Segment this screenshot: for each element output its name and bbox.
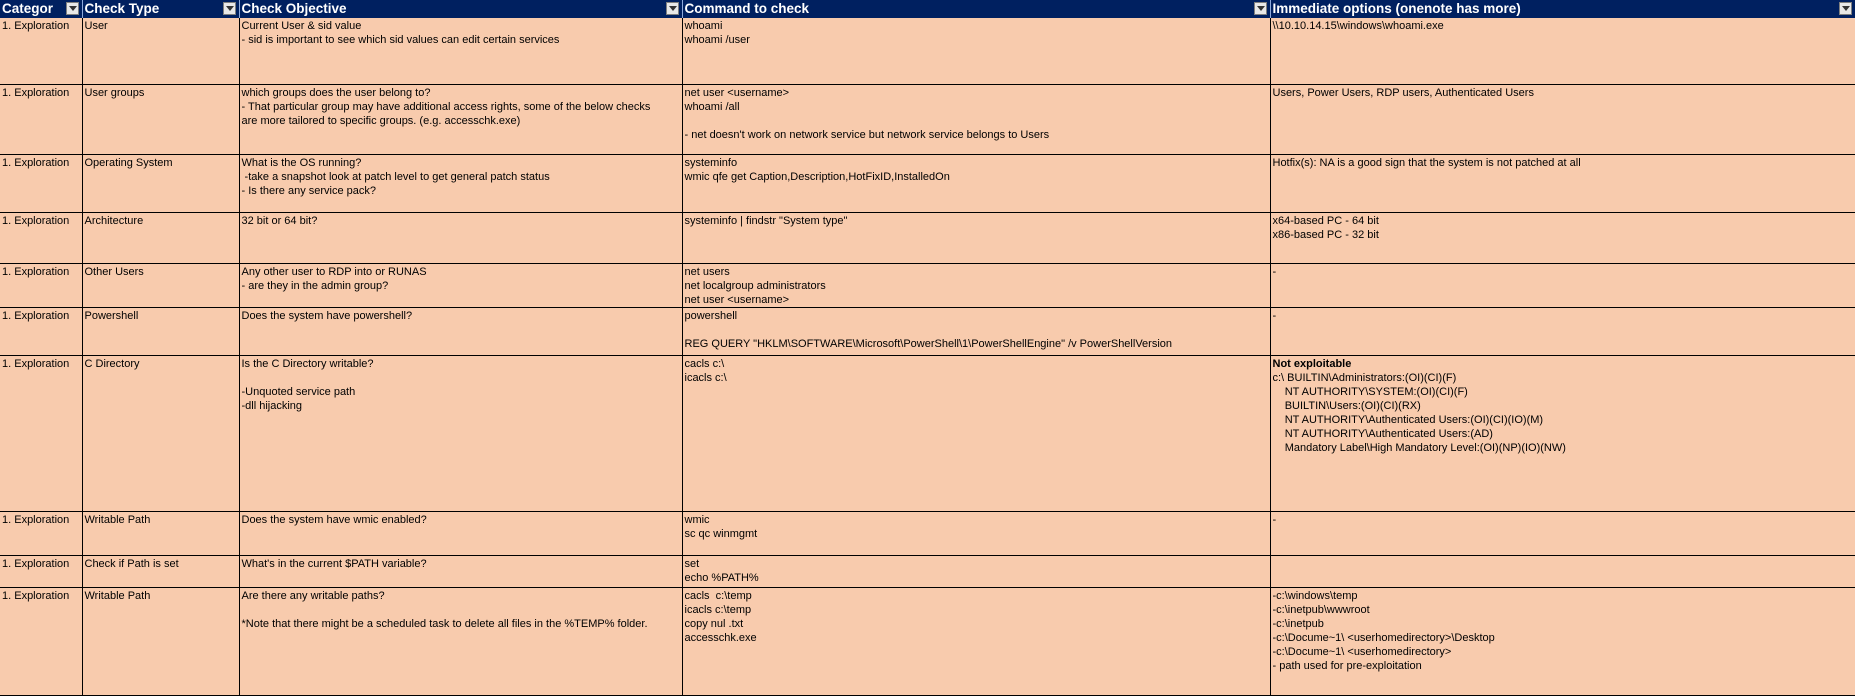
filter-dropdown-icon[interactable] bbox=[1253, 2, 1267, 15]
options-text: -c:\windows\temp -c:\inetpub\wwwroot -c:… bbox=[1272, 589, 1495, 672]
category-cell[interactable]: 1. Exploration bbox=[0, 84, 83, 155]
options-text: Hotfix(s): NA is a good sign that the sy… bbox=[1272, 156, 1581, 169]
options-cell[interactable]: Hotfix(s): NA is a good sign that the sy… bbox=[1270, 154, 1855, 213]
check-type-cell[interactable]: User groups bbox=[82, 84, 240, 155]
category-cell[interactable]: 1. Exploration bbox=[0, 263, 83, 308]
column-header-label: Check Objective bbox=[241, 1, 347, 16]
column-header-check-type[interactable]: Check Type bbox=[82, 0, 240, 18]
table-row: 1. Exploration Architecture 32 bit or 64 b… bbox=[0, 212, 1855, 264]
objective-cell[interactable]: What is the OS running? -take a snapshot… bbox=[239, 154, 683, 213]
objective-cell[interactable]: Any other user to RDP into or RUNAS - ar… bbox=[239, 263, 683, 308]
column-header-label: Immediate options (onenote has more) bbox=[1272, 1, 1521, 16]
column-header-command[interactable]: Command to check bbox=[682, 0, 1271, 18]
options-cell[interactable]: Users, Power Users, RDP users, Authentic… bbox=[1270, 84, 1855, 155]
check-type-cell[interactable]: Other Users bbox=[82, 263, 240, 308]
check-type-cell[interactable]: User bbox=[82, 18, 240, 85]
checklist-table: Categor Check Type Check Objective Comma… bbox=[0, 0, 1855, 696]
category-cell[interactable]: 1. Exploration bbox=[0, 154, 83, 213]
category-cell[interactable]: 1. Exploration bbox=[0, 212, 83, 264]
table-row: 1. Exploration User groups which groups do… bbox=[0, 84, 1855, 155]
options-cell[interactable]: \\10.10.14.15\windows\whoami.exe bbox=[1270, 18, 1855, 85]
options-text: - bbox=[1272, 265, 1277, 278]
objective-cell[interactable]: Does the system have wmic enabled? bbox=[239, 511, 683, 556]
command-cell[interactable]: cacls c:\temp icacls c:\temp copy nul .t… bbox=[682, 587, 1271, 696]
options-cell[interactable]: - bbox=[1270, 263, 1855, 308]
table-row: 1. Exploration Operating System What is th… bbox=[0, 154, 1855, 213]
options-cell[interactable]: -c:\windows\temp -c:\inetpub\wwwroot -c:… bbox=[1270, 587, 1855, 696]
options-cell[interactable]: Not exploitable c:\ BUILTIN\Administrator… bbox=[1270, 355, 1855, 512]
table-body: 1. Exploration User Current User & sid val… bbox=[0, 18, 1855, 696]
objective-cell[interactable]: which groups does the user belong to? - … bbox=[239, 84, 683, 155]
command-cell[interactable]: systeminfo wmic qfe get Caption,Descript… bbox=[682, 154, 1271, 213]
options-text: - bbox=[1272, 309, 1277, 322]
check-type-cell[interactable]: Writable Path bbox=[82, 511, 240, 556]
objective-cell[interactable]: Are there any writable paths? *Note that… bbox=[239, 587, 683, 696]
options-heading: Not exploitable bbox=[1272, 357, 1352, 370]
objective-cell[interactable]: Is the C Directory writable? -Unquoted s… bbox=[239, 355, 683, 512]
options-text: \\10.10.14.15\windows\whoami.exe bbox=[1272, 20, 1444, 32]
objective-cell[interactable]: What's in the current $PATH variable? bbox=[239, 555, 683, 588]
table-row: 1. Exploration C Directory Is the C Direct… bbox=[0, 355, 1855, 512]
options-text: - bbox=[1272, 513, 1277, 526]
check-type-cell[interactable]: Architecture bbox=[82, 212, 240, 264]
options-text: Users, Power Users, RDP users, Authentic… bbox=[1272, 86, 1534, 99]
category-cell[interactable]: 1. Exploration bbox=[0, 555, 83, 588]
table-row: 1. Exploration Writable Path Are there any… bbox=[0, 587, 1855, 696]
check-type-cell[interactable]: C Directory bbox=[82, 355, 240, 512]
category-cell[interactable]: 1. Exploration bbox=[0, 18, 83, 85]
filter-dropdown-icon[interactable] bbox=[65, 2, 79, 15]
command-cell[interactable]: systeminfo | findstr "System type" bbox=[682, 212, 1271, 264]
check-type-cell[interactable]: Check if Path is set bbox=[82, 555, 240, 588]
check-type-cell[interactable]: Powershell bbox=[82, 307, 240, 356]
command-cell[interactable]: cacls c:\ icacls c:\ bbox=[682, 355, 1271, 512]
options-cell[interactable]: - bbox=[1270, 307, 1855, 356]
category-cell[interactable]: 1. Exploration bbox=[0, 511, 83, 556]
table-row: 1. Exploration User Current User & sid val… bbox=[0, 18, 1855, 85]
options-text: c:\ BUILTIN\Administrators:(OI)(CI)(F) N… bbox=[1272, 371, 1566, 454]
header-row: Categor Check Type Check Objective Comma… bbox=[0, 0, 1855, 18]
column-header-label: Categor bbox=[2, 1, 54, 16]
filter-dropdown-icon[interactable] bbox=[222, 2, 236, 15]
table-row: 1. Exploration Writable Path Does the syst… bbox=[0, 511, 1855, 556]
category-cell[interactable]: 1. Exploration bbox=[0, 355, 83, 512]
table-row: 1. Exploration Check if Path is set What's… bbox=[0, 555, 1855, 588]
filter-dropdown-icon[interactable] bbox=[665, 2, 679, 15]
command-cell[interactable]: wmic sc qc winmgmt bbox=[682, 511, 1271, 556]
check-type-cell[interactable]: Operating System bbox=[82, 154, 240, 213]
table-row: 1. Exploration Other Users Any other user … bbox=[0, 263, 1855, 308]
check-type-cell[interactable]: Writable Path bbox=[82, 587, 240, 696]
objective-cell[interactable]: Does the system have powershell? bbox=[239, 307, 683, 356]
column-header-category[interactable]: Categor bbox=[0, 0, 83, 18]
command-cell[interactable]: whoami whoami /user bbox=[682, 18, 1271, 85]
command-cell[interactable]: set echo %PATH% bbox=[682, 555, 1271, 588]
command-cell[interactable]: net user <username> whoami /all - net do… bbox=[682, 84, 1271, 155]
table-row: 1. Exploration Powershell Does the system … bbox=[0, 307, 1855, 356]
column-header-label: Command to check bbox=[684, 1, 810, 16]
column-header-label: Check Type bbox=[84, 1, 160, 16]
column-header-check-objective[interactable]: Check Objective bbox=[239, 0, 683, 18]
category-cell[interactable]: 1. Exploration bbox=[0, 307, 83, 356]
command-cell[interactable]: powershell REG QUERY "HKLM\SOFTWARE\Micr… bbox=[682, 307, 1271, 356]
category-cell[interactable]: 1. Exploration bbox=[0, 587, 83, 696]
spreadsheet-grid: Categor Check Type Check Objective Comma… bbox=[0, 0, 1855, 696]
options-text: x64-based PC - 64 bit x86-based PC - 32 … bbox=[1272, 214, 1379, 241]
command-cell[interactable]: net users net localgroup administrators … bbox=[682, 263, 1271, 308]
column-header-options[interactable]: Immediate options (onenote has more) bbox=[1270, 0, 1855, 18]
options-cell[interactable] bbox=[1270, 555, 1855, 588]
filter-dropdown-icon[interactable] bbox=[1838, 2, 1852, 15]
objective-cell[interactable]: Current User & sid value - sid is import… bbox=[239, 18, 683, 85]
options-cell[interactable]: - bbox=[1270, 511, 1855, 556]
objective-cell[interactable]: 32 bit or 64 bit? bbox=[239, 212, 683, 264]
options-cell[interactable]: x64-based PC - 64 bit x86-based PC - 32 … bbox=[1270, 212, 1855, 264]
